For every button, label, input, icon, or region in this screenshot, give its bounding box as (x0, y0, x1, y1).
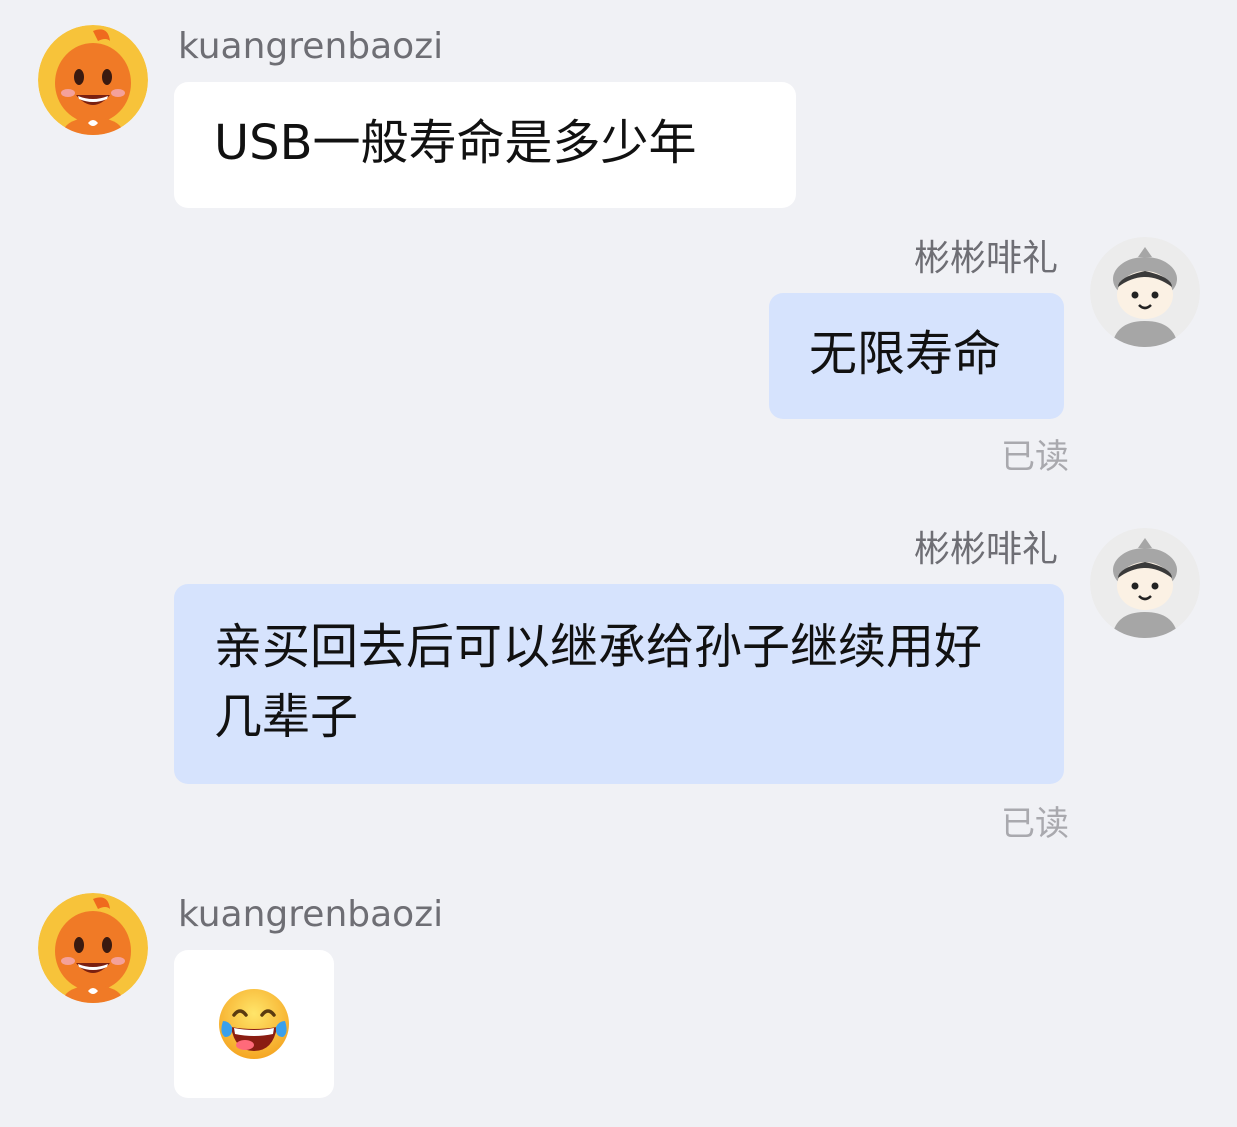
helmet-boy-avatar-icon (1090, 528, 1200, 638)
sender-name: 彬彬啡礼 (913, 529, 1058, 570)
message-bubble[interactable]: 无限寿命 (769, 293, 1064, 419)
helmet-boy-avatar-icon (1090, 237, 1200, 347)
message-bubble[interactable]: USB一般寿命是多少年 (174, 82, 796, 208)
orange-mascot-avatar-icon (38, 893, 148, 1003)
sender-name: 彬彬啡礼 (913, 238, 1058, 279)
agent-avatar-1[interactable] (1090, 237, 1200, 347)
sender-name: kuangrenbaozi (178, 26, 444, 67)
message-text: USB一般寿命是多少年 (214, 115, 697, 171)
message-text: 无限寿命 (809, 326, 1002, 382)
customer-avatar-1[interactable] (38, 25, 148, 135)
agent-avatar-2[interactable] (1090, 528, 1200, 638)
emoji-message-bubble[interactable] (174, 950, 334, 1098)
message-text: 亲买回去后可以继承给孙子继续用好几辈子 (214, 619, 983, 745)
read-status: 已读 (1001, 804, 1069, 844)
orange-mascot-avatar-icon (38, 25, 148, 135)
message-bubble[interactable]: 亲买回去后可以继承给孙子继续用好几辈子 (174, 584, 1064, 784)
customer-avatar-2[interactable] (38, 893, 148, 1003)
tears-of-joy-emoji-icon (219, 989, 289, 1059)
read-status: 已读 (1001, 437, 1069, 477)
sender-name: kuangrenbaozi (178, 894, 444, 935)
